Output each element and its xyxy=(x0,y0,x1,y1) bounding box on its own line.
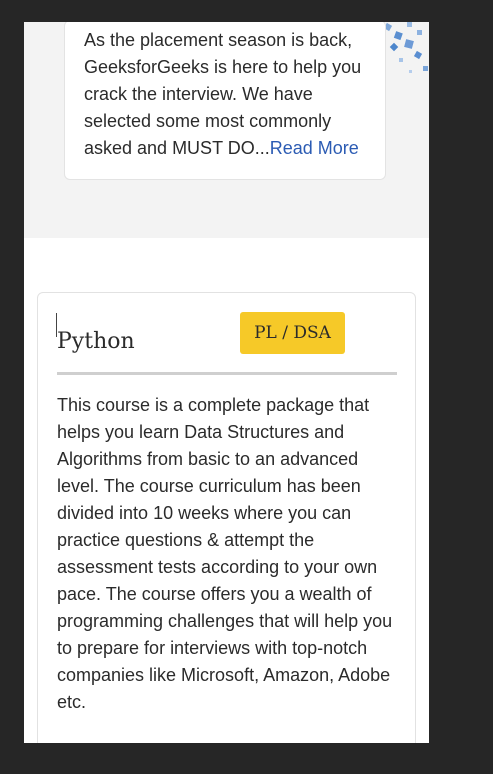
browser-viewport: As the placement season is back, Geeksfo… xyxy=(24,22,429,743)
read-more-link[interactable]: Read More xyxy=(270,138,359,158)
title-divider xyxy=(57,372,397,375)
course-description: This course is a complete package that h… xyxy=(57,395,393,712)
course-card: Python PL / DSA This course is a complet… xyxy=(37,292,416,743)
decorative-pattern xyxy=(383,22,428,73)
course-title: Python xyxy=(57,329,135,355)
previous-course-card: As the placement season is back, Geeksfo… xyxy=(64,22,386,180)
course-category-badge[interactable]: PL / DSA xyxy=(240,312,345,354)
previous-section: As the placement season is back, Geeksfo… xyxy=(24,22,429,238)
